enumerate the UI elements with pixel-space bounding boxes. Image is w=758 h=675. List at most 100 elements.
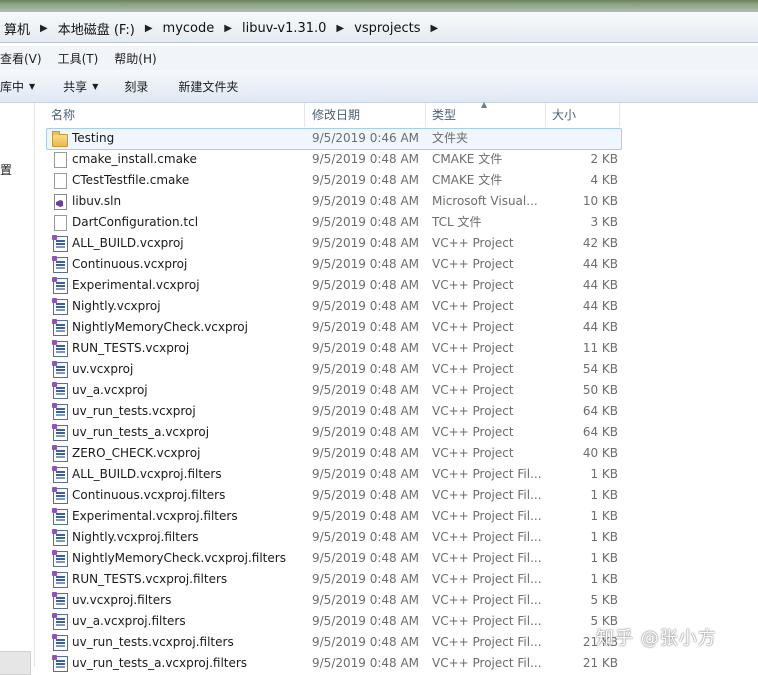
chevron-right-icon[interactable]: ▶	[218, 23, 238, 34]
new-folder-button[interactable]: 新建文件夹	[168, 78, 248, 95]
vcxproj-icon	[52, 571, 68, 588]
file-row[interactable]: uv.vcxproj 9/5/2019 0:48 AM VC++ Project 54…	[35, 359, 758, 380]
menu-view[interactable]: 查看(V)	[0, 50, 50, 67]
file-name: libuv.sln	[72, 194, 122, 208]
file-row[interactable]: uv_a.vcxproj 9/5/2019 0:48 AM VC++ Project…	[35, 380, 758, 401]
file-modified-date: 9/5/2019 0:48 AM	[312, 446, 420, 460]
menu-tools[interactable]: 工具(T)	[50, 50, 107, 67]
file-row[interactable]: Experimental.vcxproj.filters 9/5/2019 0:4…	[35, 506, 758, 527]
file-size: 50 KB	[582, 383, 618, 397]
file-row[interactable]: NightlyMemoryCheck.vcxproj 9/5/2019 0:48 …	[35, 317, 758, 338]
file-row[interactable]: uv.vcxproj.filters 9/5/2019 0:48 AM VC++ P…	[35, 590, 758, 611]
file-row[interactable]: RUN_TESTS.vcxproj 9/5/2019 0:48 AM VC++ Pr…	[35, 338, 758, 359]
include-in-library-button[interactable]: 库中 ▼	[0, 78, 45, 95]
column-divider[interactable]	[304, 103, 305, 127]
file-row[interactable]: Continuous.vcxproj 9/5/2019 0:48 AM VC++ P…	[35, 254, 758, 275]
breadcrumb-item[interactable]: 算机	[0, 19, 34, 38]
column-divider[interactable]	[619, 103, 620, 127]
column-header-date[interactable]: 修改日期	[312, 103, 360, 127]
column-header-type[interactable]: 类型	[432, 103, 456, 127]
vcxproj-icon	[52, 340, 68, 357]
file-size: 44 KB	[582, 257, 618, 271]
chevron-right-icon[interactable]: ▶	[424, 23, 444, 34]
file-name: RUN_TESTS.vcxproj	[72, 341, 190, 355]
file-size: 10 KB	[582, 194, 618, 208]
file-name: uv_a.vcxproj.filters	[72, 614, 186, 628]
navigation-pane: 置	[0, 103, 34, 675]
vcxproj-icon	[52, 655, 68, 672]
file-type: VC++ Project	[432, 446, 514, 460]
file-type: 文件夹	[432, 131, 469, 145]
file-row[interactable]: uv_run_tests_a.vcxproj 9/5/2019 0:48 AM VC…	[35, 422, 758, 443]
file-row[interactable]: DartConfiguration.tcl 9/5/2019 0:48 AM TCL…	[35, 212, 758, 233]
chevron-right-icon[interactable]: ▶	[139, 23, 159, 34]
breadcrumb-item[interactable]: 本地磁盘 (F:)	[54, 19, 139, 38]
file-modified-date: 9/5/2019 0:46 AM	[312, 131, 420, 145]
dropdown-caret-icon: ▼	[92, 81, 99, 91]
burn-button[interactable]: 刻录	[114, 78, 158, 95]
file-modified-date: 9/5/2019 0:48 AM	[312, 656, 420, 670]
file-type: VC++ Project	[432, 425, 514, 439]
file-modified-date: 9/5/2019 0:48 AM	[312, 383, 420, 397]
file-modified-date: 9/5/2019 0:48 AM	[312, 509, 420, 523]
file-name: ZERO_CHECK.vcxproj	[72, 446, 201, 460]
file-name: uv.vcxproj.filters	[72, 593, 172, 607]
file-name: uv_a.vcxproj	[72, 383, 148, 397]
file-size: 2 KB	[590, 152, 618, 166]
file-modified-date: 9/5/2019 0:48 AM	[312, 194, 420, 208]
file-row[interactable]: RUN_TESTS.vcxproj.filters 9/5/2019 0:48 A…	[35, 569, 758, 590]
file-row[interactable]: ALL_BUILD.vcxproj 9/5/2019 0:48 AM VC++ Pr…	[35, 233, 758, 254]
file-type: VC++ Project Fil...	[432, 614, 542, 628]
menu-help[interactable]: 帮助(H)	[106, 50, 164, 67]
file-type: VC++ Project Fil...	[432, 593, 542, 607]
file-type: VC++ Project Fil...	[432, 509, 542, 523]
column-divider[interactable]	[425, 103, 426, 127]
file-modified-date: 9/5/2019 0:48 AM	[312, 614, 420, 628]
column-header-name[interactable]: 名称	[51, 103, 75, 127]
document-icon	[54, 152, 67, 168]
file-row[interactable]: CTestTestfile.cmake 9/5/2019 0:48 AM CMAKE…	[35, 170, 758, 191]
column-divider[interactable]	[545, 103, 546, 127]
file-row[interactable]: ZERO_CHECK.vcxproj 9/5/2019 0:48 AM VC++ P…	[35, 443, 758, 464]
chevron-right-icon[interactable]: ▶	[34, 23, 54, 34]
share-button[interactable]: 共享 ▼	[53, 78, 108, 95]
breadcrumb-item[interactable]: libuv-v1.31.0	[238, 21, 330, 36]
file-row[interactable]: Continuous.vcxproj.filters 9/5/2019 0:48 …	[35, 485, 758, 506]
navigation-selected-item[interactable]	[0, 651, 31, 675]
file-row[interactable]: Nightly.vcxproj.filters 9/5/2019 0:48 AM V…	[35, 527, 758, 548]
document-icon	[54, 215, 67, 231]
navigation-item-fragment[interactable]: 置	[0, 161, 12, 178]
file-type: VC++ Project	[432, 257, 514, 271]
file-type: VC++ Project Fil...	[432, 530, 542, 544]
file-modified-date: 9/5/2019 0:48 AM	[312, 404, 420, 418]
file-size	[565, 128, 618, 149]
vcxproj-icon	[52, 613, 68, 630]
file-size: 1 KB	[590, 467, 618, 481]
file-name: cmake_install.cmake	[72, 152, 197, 166]
file-name: NightlyMemoryCheck.vcxproj.filters	[72, 551, 286, 565]
file-name: RUN_TESTS.vcxproj.filters	[72, 572, 228, 586]
chevron-right-icon[interactable]: ▶	[330, 23, 350, 34]
file-modified-date: 9/5/2019 0:48 AM	[312, 572, 420, 586]
breadcrumb-item[interactable]: vsprojects	[350, 21, 424, 36]
file-row[interactable]: uv_run_tests_a.vcxproj.filters 9/5/2019 0…	[35, 653, 758, 674]
folder-icon	[52, 131, 68, 147]
file-name: NightlyMemoryCheck.vcxproj	[72, 320, 248, 334]
document-icon	[54, 173, 67, 189]
file-row[interactable]: uv_run_tests.vcxproj 9/5/2019 0:48 AM VC++…	[35, 401, 758, 422]
file-row[interactable]: libuv.sln 9/5/2019 0:48 AM Microsoft Visua…	[35, 191, 758, 212]
breadcrumb-item[interactable]: mycode	[159, 21, 219, 36]
file-type: VC++ Project	[432, 236, 514, 250]
file-type: VC++ Project	[432, 299, 514, 313]
file-row[interactable]: NightlyMemoryCheck.vcxproj.filters 9/5/20…	[35, 548, 758, 569]
file-size: 64 KB	[582, 404, 618, 418]
file-row[interactable]: Experimental.vcxproj 9/5/2019 0:48 AM VC++…	[35, 275, 758, 296]
file-name: ALL_BUILD.vcxproj.filters	[72, 467, 222, 481]
file-row[interactable]: cmake_install.cmake 9/5/2019 0:48 AM CMAKE…	[35, 149, 758, 170]
file-row[interactable]: ALL_BUILD.vcxproj.filters 9/5/2019 0:48 A…	[35, 464, 758, 485]
file-size: 1 KB	[590, 530, 618, 544]
file-modified-date: 9/5/2019 0:48 AM	[312, 362, 420, 376]
file-row[interactable]: Nightly.vcxproj 9/5/2019 0:48 AM VC++ Proj…	[35, 296, 758, 317]
column-header-size[interactable]: 大小	[552, 103, 576, 127]
file-row[interactable]: Testing 9/5/2019 0:46 AM 文件夹	[35, 128, 758, 150]
